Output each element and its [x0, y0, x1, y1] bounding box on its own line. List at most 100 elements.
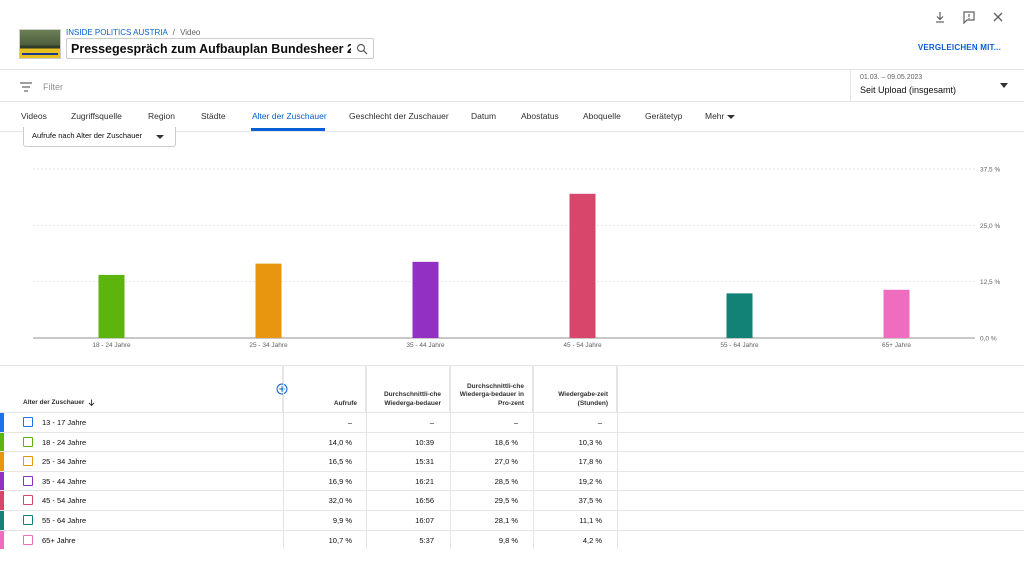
- cell-avg-percent: 28,5 %: [494, 476, 518, 486]
- row-dimension-label: 18 - 24 Jahre: [42, 437, 87, 447]
- tab-videos[interactable]: Videos: [21, 111, 47, 121]
- row-checkbox[interactable]: [23, 495, 33, 506]
- caret-down-icon: [156, 135, 164, 139]
- table-row[interactable]: 18 - 24 Jahre 14,0 % 10:39 18,6 % 10,3 %: [0, 431, 1024, 452]
- arrow-down-icon[interactable]: [88, 399, 95, 407]
- tab-date[interactable]: Datum: [471, 111, 496, 121]
- header-avg-percent-label: Durchschnittli-che Wiederga-bedauer in P…: [459, 382, 524, 407]
- cell-views: 10,7 %: [328, 535, 352, 545]
- cell-avg-duration: 10:39: [415, 437, 434, 447]
- row-checkbox[interactable]: [23, 417, 33, 427]
- row-checkbox[interactable]: [23, 475, 33, 486]
- row-dimension-label: 35 - 44 Jahre: [42, 476, 87, 486]
- video-thumbnail[interactable]: [19, 29, 61, 59]
- tab-subscription-status[interactable]: Abostatus: [521, 111, 559, 121]
- header-watch-time[interactable]: Wiedergabe-zeit (Stunden): [533, 366, 617, 412]
- header-views[interactable]: Aufrufe: [283, 366, 366, 412]
- column-divider: [533, 366, 534, 549]
- bar-3: [412, 261, 439, 338]
- cell-avg-percent: 18,6 %: [494, 437, 518, 447]
- header-dimension-label: Alter der Zuschauer: [23, 399, 85, 407]
- breadcrumb-separator: /: [172, 28, 175, 37]
- data-table: Alter der Zuschauer Aufrufe Durchschnitt…: [0, 365, 1024, 576]
- header-views-label: Aufrufe: [333, 399, 357, 407]
- row-checkbox[interactable]: [23, 456, 33, 467]
- filter-input[interactable]: Filter: [43, 82, 63, 92]
- cell-avg-percent: 9,8 %: [498, 535, 518, 545]
- compare-button[interactable]: VERGLEICHEN MIT...: [918, 43, 1001, 52]
- cell-avg-duration: 5:37: [419, 535, 434, 545]
- metric-dropdown-label: Aufrufe nach Alter der Zuschauer: [32, 131, 143, 140]
- table-row[interactable]: 65+ Jahre 10,7 % 5:37 9,8 % 4,2 %: [0, 529, 1024, 550]
- table-row[interactable]: 13 - 17 Jahre – – – –: [0, 412, 1024, 432]
- table-row[interactable]: 35 - 44 Jahre 16,9 % 16:21 28,5 % 19,2 %: [0, 470, 1024, 491]
- table-row[interactable]: 25 - 34 Jahre 16,5 % 15:31 27,0 % 17,8 %: [0, 451, 1024, 471]
- tab-cities[interactable]: Städte: [201, 111, 226, 121]
- cell-avg-duration: 15:31: [415, 457, 434, 467]
- x-tick-label: 25 - 34 Jahre: [249, 342, 288, 349]
- search-icon[interactable]: [356, 43, 368, 55]
- cell-watch-time: 19,2 %: [578, 476, 602, 486]
- column-divider: [366, 366, 367, 549]
- row-dimension-label: 65+ Jahre: [42, 535, 76, 545]
- video-selector[interactable]: Pressegespräch zum Aufbauplan Bundesheer…: [66, 38, 374, 59]
- breadcrumb-channel[interactable]: INSIDE POLITICS AUSTRIA: [66, 28, 167, 37]
- feedback-icon[interactable]: [962, 10, 976, 24]
- cell-avg-percent: –: [513, 418, 518, 427]
- y-tick-label: 0,0 %: [980, 336, 997, 343]
- tab-region[interactable]: Region: [148, 111, 175, 121]
- tab-viewer-gender[interactable]: Geschlecht der Zuschauer: [349, 111, 449, 121]
- tab-traffic-source[interactable]: Zugriffsquelle: [71, 111, 122, 121]
- close-icon[interactable]: [991, 10, 1005, 24]
- row-color-bar: [0, 491, 4, 510]
- column-divider: [283, 366, 284, 549]
- header-dimension-wrap: Alter der Zuschauer: [23, 399, 95, 408]
- x-tick-label: 18 - 24 Jahre: [92, 342, 131, 349]
- filter-icon[interactable]: [20, 82, 32, 92]
- cell-views: 9,9 %: [332, 516, 352, 525]
- tab-subscription-source[interactable]: Aboquelle: [583, 111, 621, 121]
- bar-6: [883, 289, 910, 338]
- row-checkbox[interactable]: [23, 436, 33, 447]
- caret-down-icon: [727, 114, 736, 119]
- header-dimension[interactable]: Alter der Zuschauer: [0, 366, 288, 412]
- cell-watch-time: 17,8 %: [578, 457, 602, 467]
- metric-dropdown[interactable]: Aufrufe nach Alter der Zuschauer: [23, 127, 176, 147]
- header-avg-duration-label: Durchschnittli-che Wiederga-bedauer: [383, 391, 441, 407]
- row-dimension-label: 25 - 34 Jahre: [42, 457, 87, 467]
- chevron-down-icon: [1000, 83, 1008, 88]
- cell-watch-time: 37,5 %: [578, 496, 602, 506]
- date-range-text: 01.03. – 09.05.2023: [860, 74, 923, 81]
- row-checkbox[interactable]: [23, 534, 33, 545]
- row-color-bar: [0, 452, 4, 471]
- header-avg-duration[interactable]: Durchschnittli-che Wiederga-bedauer: [366, 366, 450, 412]
- tab-viewer-age[interactable]: Alter der Zuschauer: [252, 111, 327, 121]
- cell-watch-time: 4,2 %: [582, 535, 602, 545]
- header: INSIDE POLITICS AUSTRIA / Video Pressege…: [0, 0, 1024, 70]
- table-row[interactable]: 45 - 54 Jahre 32,0 % 16:56 29,5 % 37,5 %: [0, 490, 1024, 510]
- row-color-bar: [0, 511, 4, 530]
- date-range-selector[interactable]: 01.03. – 09.05.2023 Seit Upload (insgesa…: [850, 70, 1024, 102]
- cell-avg-percent: 27,0 %: [494, 457, 518, 467]
- breadcrumb-section: Video: [180, 28, 201, 37]
- download-icon[interactable]: [933, 10, 947, 24]
- cell-avg-percent: 29,5 %: [494, 496, 518, 506]
- row-dimension-label: 55 - 64 Jahre: [42, 516, 87, 525]
- x-tick-label: 45 - 54 Jahre: [563, 342, 602, 349]
- tab-device-type[interactable]: Gerätetyp: [645, 111, 682, 121]
- cell-avg-duration: –: [429, 418, 434, 427]
- y-tick-label: 12,5 %: [980, 279, 1000, 286]
- table-row[interactable]: 55 - 64 Jahre 9,9 % 16:07 28,1 % 11,1 %: [0, 510, 1024, 530]
- header-avg-percent[interactable]: Durchschnittli-che Wiederga-bedauer in P…: [450, 366, 533, 412]
- cell-views: 16,9 %: [328, 476, 352, 486]
- breadcrumb: INSIDE POLITICS AUSTRIA / Video: [66, 28, 200, 37]
- row-color-bar: [0, 530, 4, 550]
- row-dimension-label: 45 - 54 Jahre: [42, 496, 87, 506]
- tab-more[interactable]: Mehr: [705, 111, 736, 121]
- thumbnail-band: [22, 53, 58, 55]
- column-divider: [450, 366, 451, 549]
- row-checkbox[interactable]: [23, 515, 33, 525]
- bar-5: [726, 293, 753, 338]
- filter-bar: Filter 01.03. – 09.05.2023 Seit Upload (…: [0, 70, 1024, 102]
- bar-2: [255, 263, 282, 338]
